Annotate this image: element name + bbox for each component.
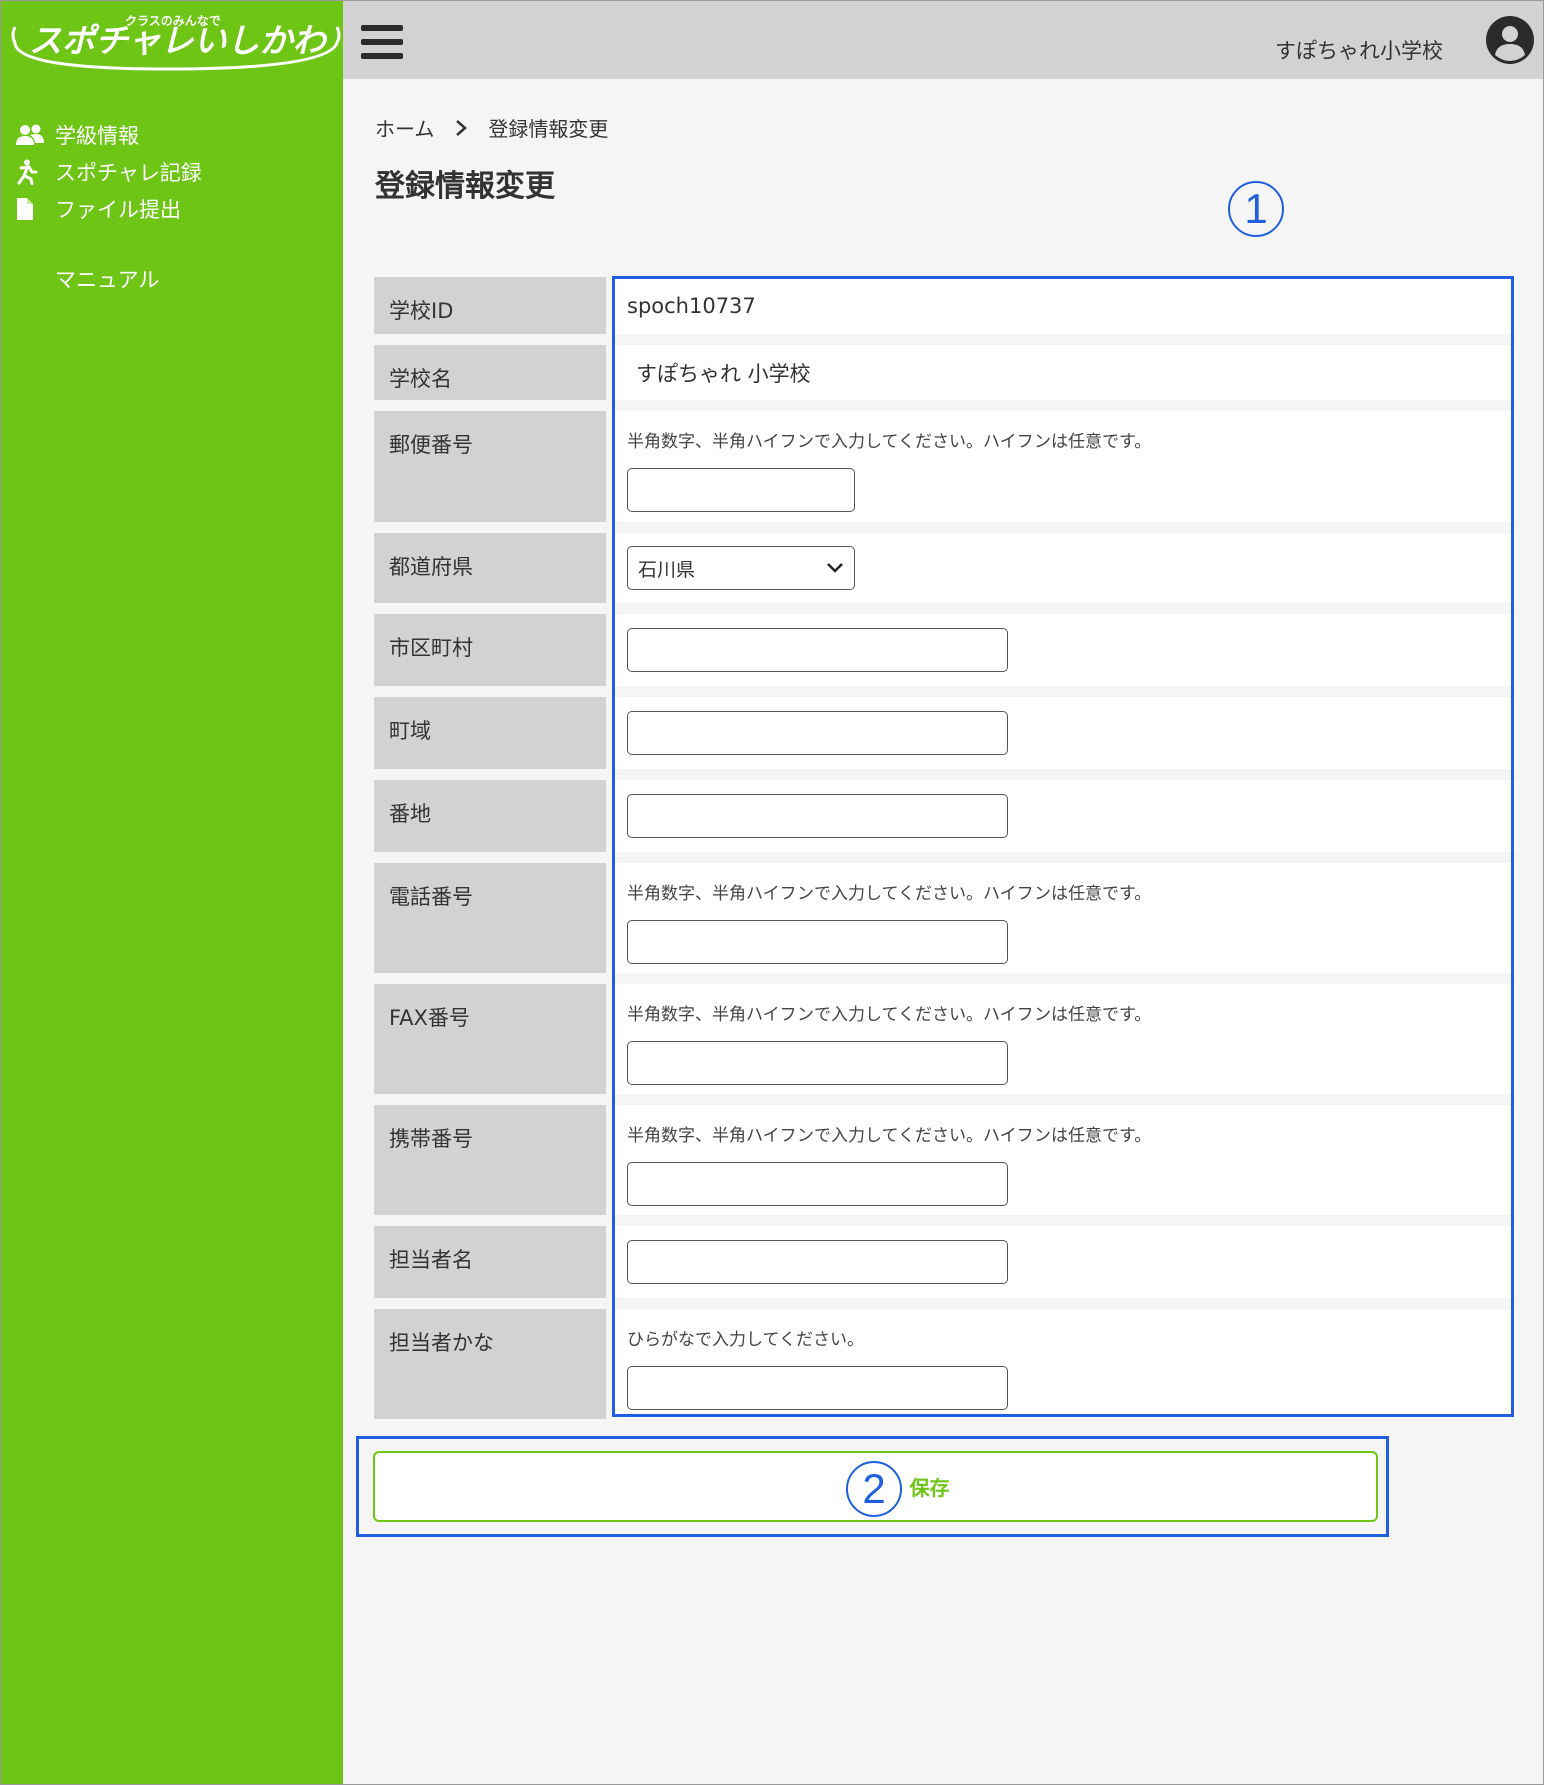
contact-kana-label: 担当者かな: [374, 1309, 606, 1419]
header-school-name: すぽちゃれ小学校: [1275, 39, 1443, 63]
sidebar-item-label: ファイル提出: [55, 197, 181, 222]
file-icon: [15, 196, 47, 222]
annotation-marker-2: 2: [846, 1461, 902, 1517]
town-label: 町域: [374, 697, 606, 769]
breadcrumb-home[interactable]: ホーム: [375, 113, 434, 142]
hamburger-icon[interactable]: [361, 25, 403, 59]
sidebar-nav: 学級情報 スポチャレ記録 ファイル提出 マニュアル: [15, 116, 202, 297]
brand-name: スポチャレいしかわ: [29, 21, 328, 60]
sidebar-item-class-info[interactable]: 学級情報: [15, 116, 202, 153]
phone-label: 電話番号: [374, 863, 606, 973]
users-icon: [15, 122, 47, 148]
annotation-marker-1: 1: [1228, 181, 1284, 237]
sidebar-item-records[interactable]: スポチャレ記録: [15, 153, 202, 190]
sidebar-item-label: スポチャレ記録: [55, 160, 202, 185]
sidebar-item-file-submit[interactable]: ファイル提出: [15, 190, 202, 227]
breadcrumb-current: 登録情報変更: [488, 117, 609, 141]
annotation-highlight-form: [612, 276, 1514, 1417]
chevron-right-icon: [456, 119, 468, 136]
sidebar: クラスのみんなで スポチャレいしかわ 学級情報 スポチャレ記録 ファイル提出 マ…: [1, 1, 343, 1784]
city-label: 市区町村: [374, 614, 606, 686]
address-label: 番地: [374, 780, 606, 852]
top-bar: すぽちゃれ小学校: [343, 1, 1543, 79]
school-name-label: 学校名: [374, 345, 606, 400]
sidebar-item-manual[interactable]: マニュアル: [15, 260, 202, 297]
fax-label: FAX番号: [374, 984, 606, 1094]
page-title: 登録情報変更: [375, 169, 555, 204]
contact-name-label: 担当者名: [374, 1226, 606, 1298]
breadcrumb: ホーム 登録情報変更: [375, 113, 608, 142]
postal-code-label: 郵便番号: [374, 411, 606, 522]
mobile-label: 携帯番号: [374, 1105, 606, 1215]
running-icon: [15, 159, 47, 185]
prefecture-label: 都道府県: [374, 533, 606, 603]
brand-logo[interactable]: クラスのみんなで スポチャレいしかわ: [7, 5, 343, 77]
sidebar-item-label: マニュアル: [55, 267, 160, 292]
sidebar-item-label: 学級情報: [55, 123, 139, 148]
school-id-label: 学校ID: [374, 277, 606, 334]
user-avatar-icon[interactable]: [1485, 15, 1535, 65]
main-content: ホーム 登録情報変更 登録情報変更 学校ID spoch10737 学校名 すぽ…: [343, 79, 1543, 1784]
